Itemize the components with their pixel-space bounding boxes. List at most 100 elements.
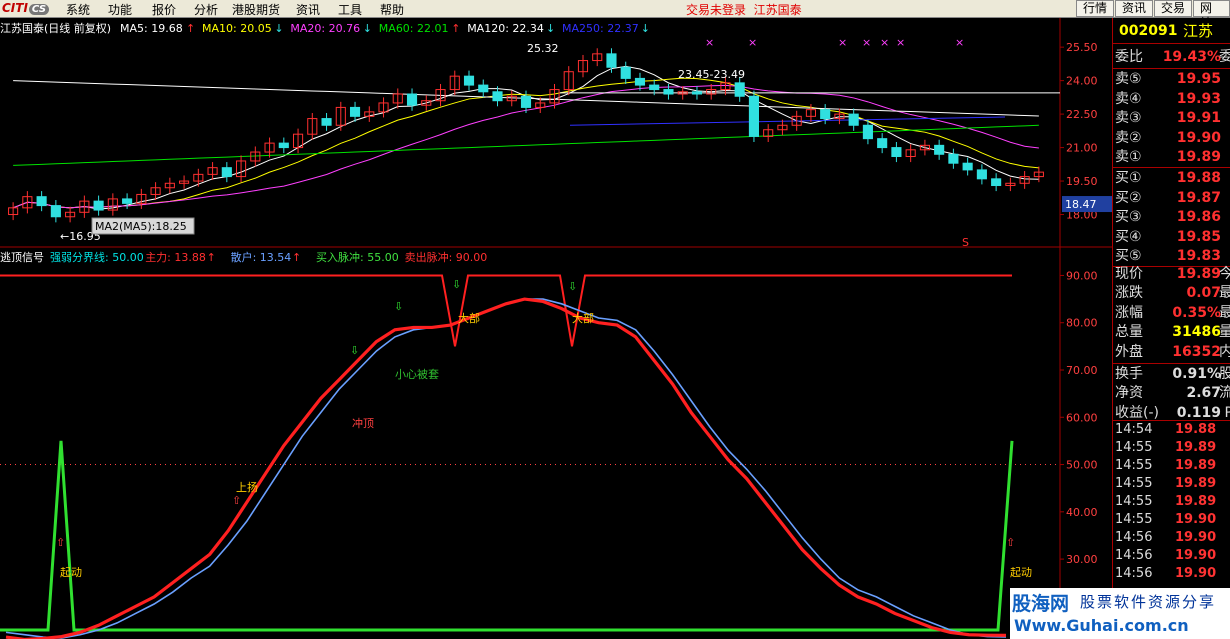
- stat-row-value: 31486: [1172, 324, 1221, 341]
- indicator-param-1: 主力: 13.88: [145, 251, 206, 264]
- stat-row-label: 换手: [1115, 366, 1143, 382]
- price-tick-label: 19.50: [1066, 175, 1098, 188]
- bid-row: 买④ 19.85: [1113, 228, 1230, 247]
- menu-help[interactable]: 帮助: [380, 1, 404, 18]
- stat-row: 净资 2.67 流: [1113, 384, 1230, 403]
- menu-hk-futures[interactable]: 港股期货: [232, 1, 280, 18]
- indicator-up-arrow-icon: ↑: [207, 251, 216, 264]
- order-ratio-value: 19.43%: [1162, 49, 1221, 65]
- stock-name-link[interactable]: 江苏国泰: [754, 3, 802, 17]
- stat-row-tail: 最: [1219, 304, 1230, 321]
- candle-body: [748, 95, 760, 137]
- stat-row-label: 现价: [1115, 266, 1143, 282]
- tick-row: 14:55 19.90: [1113, 511, 1230, 529]
- chart-canvas[interactable]: 25.5024.0022.5021.0019.5018.00 90.0080.0…: [0, 18, 1112, 639]
- candle-body: [278, 142, 289, 149]
- panel-separator: [1113, 363, 1230, 364]
- citics-logo: CITI CS: [2, 1, 56, 17]
- ask-row-label: 卖②: [1115, 129, 1142, 146]
- price-tick-label: 24.00: [1066, 75, 1098, 88]
- top-label: 大部: [572, 311, 594, 325]
- signal-x-icon: ×: [748, 36, 757, 49]
- website-button[interactable]: 网站: [1193, 0, 1230, 30]
- rush-label: 冲顶: [352, 416, 374, 430]
- tick-row: 14:55 19.89: [1113, 457, 1230, 475]
- candle-body: [948, 153, 959, 164]
- indicator-param-3: 买入脉冲: 55.00: [316, 250, 399, 264]
- order-ratio-tail: 委: [1219, 49, 1230, 65]
- ask-row: 卖③ 19.91: [1113, 109, 1230, 128]
- indicator-tick-label: 70.00: [1066, 364, 1098, 377]
- signal-x-icon: ×: [955, 36, 964, 49]
- menu-quote[interactable]: 报价: [152, 1, 176, 18]
- panel-separator: [1113, 68, 1230, 69]
- stat-row: 涨幅 0.35% 最: [1113, 304, 1230, 323]
- tick-price: 19.90: [1175, 512, 1217, 527]
- tick-time: 14:55: [1115, 458, 1153, 473]
- stat-row-tail: 内: [1219, 343, 1230, 360]
- high-price-label: 25.32: [527, 42, 559, 55]
- menu-function[interactable]: 功能: [108, 1, 132, 18]
- sell-arrow-icon: ⇩: [394, 300, 403, 313]
- current-price-tag: 18.47: [1065, 198, 1097, 211]
- bid-row-value: 19.85: [1176, 228, 1221, 245]
- stat-row-value: 0.91%: [1172, 366, 1221, 382]
- range-label: 23.45-23.49: [678, 68, 745, 81]
- bid-row: 买① 19.88: [1113, 169, 1230, 188]
- trade-button[interactable]: 交易: [1154, 0, 1193, 17]
- candle-body: [862, 124, 873, 140]
- bid-row-label: 买②: [1115, 189, 1142, 206]
- candle-body: [520, 95, 532, 108]
- candle-body: [848, 113, 859, 126]
- stat-row-tail: 最: [1219, 285, 1230, 302]
- ask-row: 卖⑤ 19.95: [1113, 70, 1230, 89]
- menu-system[interactable]: 系统: [66, 1, 90, 18]
- bid-row-value: 19.83: [1176, 248, 1221, 264]
- menu-news[interactable]: 资讯: [296, 1, 320, 18]
- signal-x-icon: ×: [862, 36, 871, 49]
- candle-body: [221, 167, 232, 178]
- menu-analysis[interactable]: 分析: [194, 1, 218, 18]
- chart-area[interactable]: 25.50 24.00 22.50 21.00 19.50 18.00 90.00 80.0…: [0, 18, 1112, 639]
- tick-price: 19.89: [1175, 476, 1217, 491]
- ma-label-5: MA250: 22.37: [562, 22, 639, 35]
- sell-arrow-icon: ⇩: [350, 344, 359, 357]
- quote-button[interactable]: 行情: [1076, 0, 1115, 17]
- ask-row-label: 卖①: [1115, 149, 1142, 165]
- stock-name: 江苏: [1183, 22, 1214, 40]
- ma-arrow-down-icon: ↓: [363, 22, 372, 35]
- stat-row-label: 涨幅: [1115, 304, 1143, 321]
- buy-pulse-line: [0, 440, 1014, 632]
- stat-row-value: 0.07: [1186, 285, 1221, 302]
- candle-body: [50, 205, 61, 218]
- tick-time: 14:56: [1115, 530, 1153, 545]
- ma-label-2: MA20: 20.76: [290, 22, 360, 35]
- tick-row: 14:56 19.90: [1113, 565, 1230, 583]
- candle-body: [36, 196, 47, 207]
- sell-pulse-line: [0, 274, 1012, 347]
- candle-body: [620, 66, 631, 79]
- menu-tools[interactable]: 工具: [338, 1, 362, 18]
- indicator-up-arrow-icon: ↑: [292, 251, 301, 264]
- ma-label-3: MA60: 22.01: [379, 22, 449, 35]
- watermark-logo: 股海网 股票软件资源分享 Www.Guhai.com.cn: [1010, 588, 1230, 639]
- stat-row-tail: 今: [1219, 266, 1230, 282]
- price-tick-label: 25.50: [1066, 41, 1098, 54]
- news-button[interactable]: 资讯: [1115, 0, 1154, 17]
- candle-body: [820, 109, 831, 120]
- start-label: 起动: [1010, 566, 1032, 579]
- candle-body: [877, 138, 888, 149]
- ask-row: 卖① 19.89: [1113, 148, 1230, 167]
- careful-label: 小心被套: [395, 368, 439, 381]
- ma-arrow-up-icon: ↑: [186, 22, 195, 35]
- stat-row-value: 0.35%: [1172, 304, 1221, 321]
- signal-x-icon: ×: [838, 36, 847, 49]
- bid-row-label: 买⑤: [1115, 248, 1142, 264]
- tick-row: 14:55 19.89: [1113, 439, 1230, 457]
- tick-time: 14:55: [1115, 494, 1153, 509]
- tick-price: 19.90: [1175, 548, 1217, 563]
- candle-body: [991, 178, 1002, 187]
- ma-arrow-up-icon: ↑: [451, 22, 460, 35]
- tick-time: 14:56: [1115, 566, 1153, 581]
- tick-price: 19.89: [1175, 458, 1217, 473]
